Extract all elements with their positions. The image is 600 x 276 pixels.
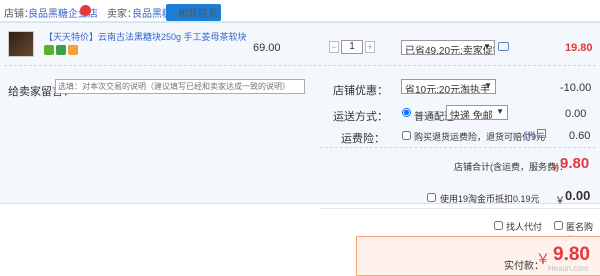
coins-currency: ￥: [555, 196, 565, 207]
item-price: 69.00: [253, 42, 281, 54]
taobao-coins-label: 使用19淘金币抵扣0.19元: [440, 194, 540, 204]
proxy-pay-checkbox[interactable]: [494, 221, 503, 230]
product-title-link[interactable]: 【天天特价】云南古法黑糖块250g 手工姜母茶软块: [44, 30, 247, 43]
insurance-label: 运费险：: [341, 133, 385, 145]
order-header: 店铺： 良品黑糖企业店 卖家： 良品黑糖 和我联系: [0, 0, 600, 22]
watermark: Hexun.com: [548, 264, 589, 273]
coins-value: 0.00: [565, 188, 591, 203]
product-thumbnail[interactable]: [8, 31, 34, 57]
tmall-tag-icon: [44, 45, 54, 55]
quality-tag-icon: [56, 45, 66, 55]
card-tag-icon: [68, 45, 78, 55]
shop-total-currency: ￥: [550, 163, 560, 174]
shop-discount-select[interactable]: 省10元:20元淘执手 ▼: [401, 79, 496, 94]
chevron-down-icon: ▼: [484, 81, 492, 90]
promo-info-icon[interactable]: [498, 42, 509, 51]
proxy-pay-label: 找人代付: [506, 222, 543, 232]
shipping-select[interactable]: 快递 免邮 ▼: [446, 105, 508, 120]
insurance-info-icon[interactable]: [537, 129, 546, 138]
shop-badge-icon: [80, 5, 91, 16]
shop-discount-select-label: 省10元:20元淘执手: [405, 85, 491, 94]
standard-delivery-radio[interactable]: [402, 108, 411, 117]
insurance-help-link[interactable]: [?]: [525, 130, 535, 140]
contact-seller-button[interactable]: 和我联系: [166, 4, 221, 21]
shipping-select-label: 快递 免邮: [450, 111, 493, 120]
item-divider: [4, 65, 596, 66]
payment-value: 9.80: [553, 244, 590, 265]
order-panel: 【天天特价】云南古法黑糖块250g 手工姜母茶软块 69.00 − 1 + 已省…: [0, 22, 600, 204]
shop-total-value: 9.80: [560, 155, 590, 172]
item-discount-select[interactable]: 已省49.20元:卖家促销 ▼: [401, 40, 495, 55]
item-discount-select-label: 已省49.20元:卖家促销: [405, 46, 495, 55]
insurance-value: 0.60: [569, 130, 591, 142]
shipping-label: 运送方式：: [333, 111, 388, 123]
quantity-increase-button[interactable]: +: [365, 41, 375, 53]
quantity-input[interactable]: 1: [341, 40, 363, 54]
quantity-decrease-button[interactable]: −: [329, 41, 339, 53]
summary-divider: [320, 147, 596, 148]
chevron-down-icon: ▼: [496, 107, 504, 116]
chevron-down-icon: ▼: [483, 42, 491, 51]
anonymous-checkbox[interactable]: [554, 221, 563, 230]
shop-discount-value: -10.00: [560, 82, 592, 94]
item-subtotal: 19.80: [565, 42, 593, 54]
insurance-checkbox[interactable]: [402, 131, 411, 140]
taobao-coins-checkbox[interactable]: [427, 193, 436, 202]
message-input[interactable]: [55, 79, 305, 94]
shop-discount-label: 店铺优惠：: [333, 85, 388, 97]
shipping-value: 0.00: [565, 108, 587, 120]
coins-divider: [320, 208, 600, 209]
